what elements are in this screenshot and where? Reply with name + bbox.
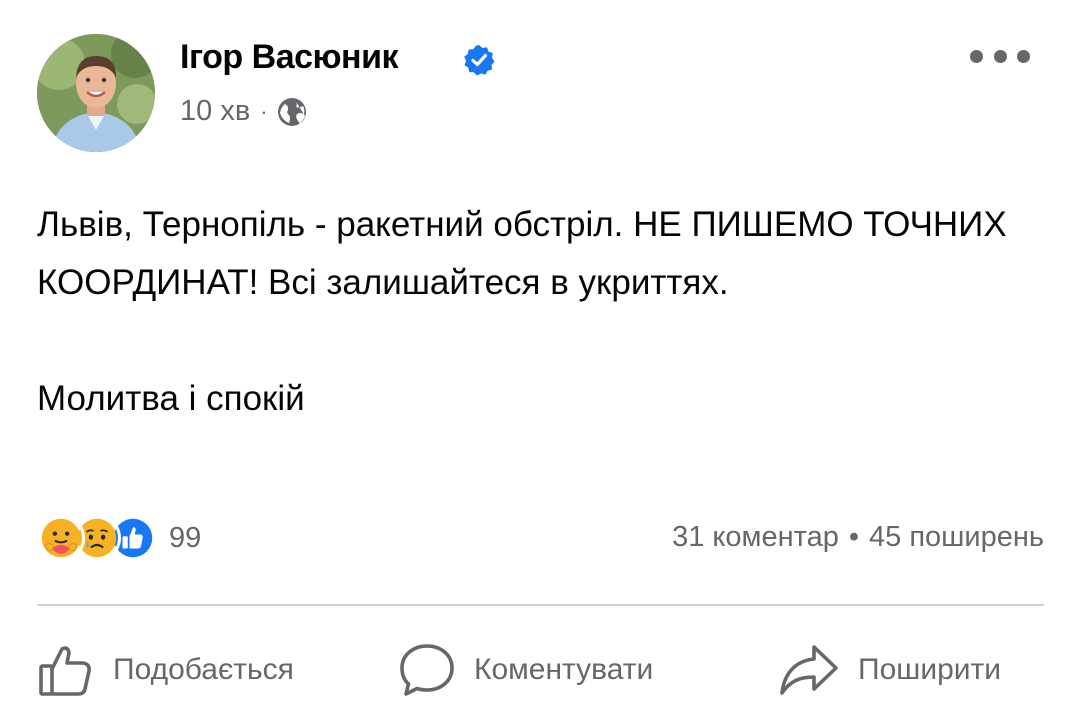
like-label: Подобається (113, 653, 294, 686)
thumbs-up-icon (39, 646, 91, 696)
comment-button[interactable]: Коментувати (398, 640, 653, 700)
share-button[interactable]: Поширити (778, 640, 1001, 700)
profile-photo (37, 34, 155, 152)
facebook-post: Ігор Васюник 10 хв · Львів, Тернопіль - … (0, 0, 1080, 719)
more-options-icon (970, 49, 983, 63)
comment-icon (400, 644, 454, 696)
comments-count[interactable]: 31 коментар (672, 521, 839, 553)
engagement-separator: • (848, 521, 859, 553)
like-button[interactable]: Подобається (37, 640, 294, 700)
verified-badge-icon (464, 45, 495, 76)
globe-icon (277, 97, 306, 126)
reaction-count: 99 (169, 521, 202, 554)
author-name[interactable]: Ігор Васюник (180, 38, 399, 77)
post-text: Львів, Тернопіль - ракетний обстріл. НЕ … (37, 196, 1047, 428)
avatar[interactable] (37, 34, 155, 152)
post-meta: 10 хв · (180, 95, 308, 128)
share-arrow-icon (780, 645, 838, 695)
post-paragraph: Молитва і спокій (37, 379, 305, 418)
divider (37, 604, 1044, 606)
post-paragraph: Львів, Тернопіль - ракетний обстріл. НЕ … (37, 205, 1007, 302)
comment-label: Коментувати (474, 653, 654, 686)
care-reaction-icon (37, 514, 85, 562)
more-options-button[interactable] (970, 38, 1030, 74)
engagement-summary: 31 коментар • 45 поширень (672, 521, 1044, 554)
meta-separator: · (260, 98, 268, 124)
share-label: Поширити (858, 653, 1002, 686)
shares-count[interactable]: 45 поширень (869, 521, 1044, 553)
reactions-summary[interactable]: 99 (37, 513, 201, 563)
post-time[interactable]: 10 хв (180, 95, 250, 128)
